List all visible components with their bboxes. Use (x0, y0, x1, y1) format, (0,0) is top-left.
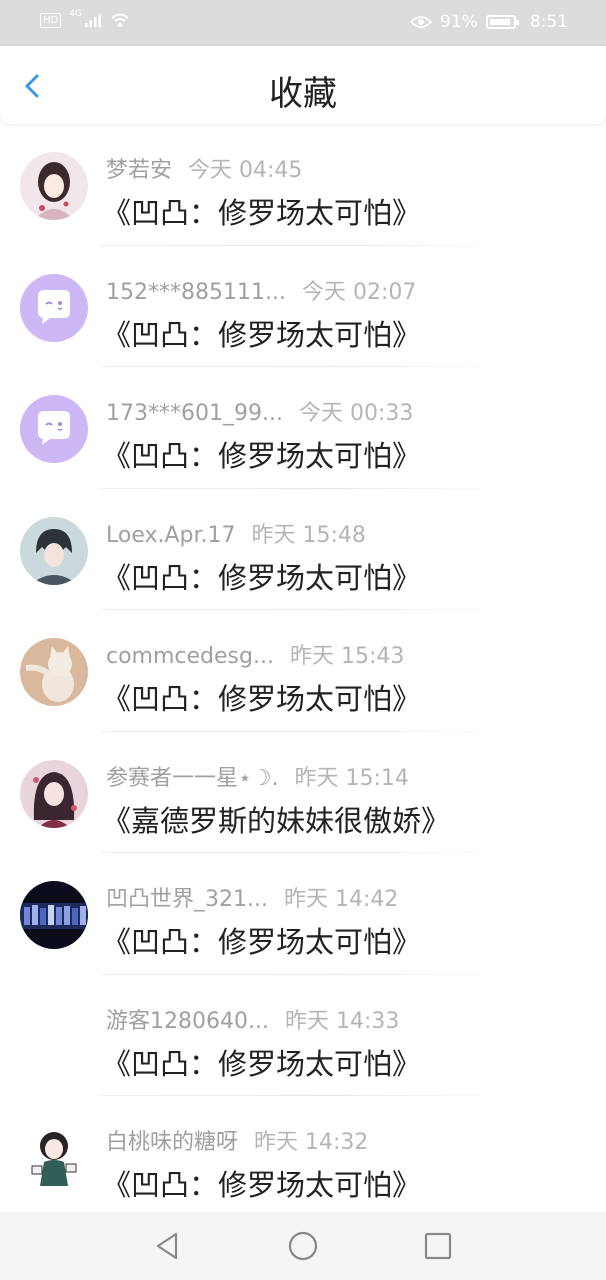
battery-percent: 91% (440, 12, 478, 32)
avatar[interactable] (20, 152, 88, 220)
nav-home-icon[interactable] (285, 1228, 321, 1264)
work-title[interactable]: 《嘉德罗斯的妹妹很傲娇》 (102, 798, 450, 840)
system-nav-bar (0, 1212, 606, 1280)
list-item[interactable]: 游客1280640... 昨天 14:33 《凹凸：修罗场太可怕》 (0, 975, 606, 1096)
work-title[interactable]: 《凹凸：修罗场太可怕》 (102, 1041, 421, 1083)
work-title[interactable]: 《凹凸：修罗场太可怕》 (102, 1162, 421, 1204)
user-name[interactable]: 白桃味的糖呀 (106, 1124, 238, 1156)
hd-badge: HD (40, 12, 62, 28)
user-name[interactable]: 173***601_99... (106, 401, 283, 426)
item-meta: 梦若安 今天 04:45 (106, 152, 302, 184)
avatar[interactable] (20, 1124, 88, 1192)
timestamp: 昨天 14:33 (284, 1008, 400, 1034)
item-meta: 参赛者一一星⋆☽. 昨天 15:14 (106, 760, 409, 792)
work-title[interactable]: 《凹凸：修罗场太可怕》 (102, 676, 421, 718)
user-name[interactable]: 游客1280640... (106, 1003, 269, 1035)
avatar[interactable] (20, 881, 88, 949)
wifi-icon (111, 13, 129, 27)
list-item[interactable]: 白桃味的糖呀 昨天 14:32 《凹凸：修罗场太可怕》 (0, 1096, 606, 1218)
nav-back-icon[interactable] (150, 1228, 186, 1264)
list-item[interactable]: 173***601_99... 今天 00:33 《凹凸：修罗场太可怕》 (0, 367, 606, 489)
user-name[interactable]: Loex.Apr.17 (106, 523, 236, 548)
network-type-label: 4G (69, 9, 82, 19)
avatar[interactable] (20, 273, 88, 342)
timestamp: 今天 00:33 (298, 401, 414, 426)
avatar[interactable] (20, 516, 88, 585)
avatar[interactable] (20, 395, 88, 463)
item-meta: 游客1280640... 昨天 14:33 (106, 1003, 399, 1035)
user-name[interactable]: commcedesg... (106, 644, 274, 669)
app-header: 收藏 (0, 46, 606, 124)
list-item[interactable]: Loex.Apr.17 昨天 15:48 《凹凸：修罗场太可怕》 (0, 489, 606, 610)
favorites-list: 梦若安 今天 04:45 《凹凸：修罗场太可怕》 152***885111... 今天 … (0, 124, 606, 1218)
user-name[interactable]: 梦若安 (106, 152, 172, 184)
timestamp: 今天 02:07 (301, 279, 417, 305)
timestamp: 昨天 14:32 (254, 1130, 369, 1155)
avatar[interactable] (20, 759, 88, 828)
battery-fill (489, 19, 510, 25)
user-name[interactable]: 参赛者一一星⋆☽. (106, 760, 279, 792)
list-item[interactable]: 梦若安 今天 04:45 《凹凸：修罗场太可怕》 (0, 124, 606, 246)
user-name[interactable]: 152***885111... (106, 280, 286, 305)
user-name[interactable]: 凹凸世界_321... (106, 881, 268, 913)
timestamp: 今天 04:45 (188, 158, 303, 183)
page-title: 收藏 (269, 74, 337, 114)
battery-icon (485, 15, 519, 29)
work-title[interactable]: 《凹凸：修罗场太可怕》 (102, 433, 421, 475)
item-meta: commcedesg... 昨天 15:43 (106, 638, 404, 670)
timestamp: 昨天 14:42 (283, 887, 399, 912)
timestamp: 昨天 15:48 (251, 522, 366, 548)
work-title[interactable]: 《凹凸：修罗场太可怕》 (102, 919, 421, 961)
work-title[interactable]: 《凹凸：修罗场太可怕》 (102, 312, 421, 354)
item-meta: 白桃味的糖呀 昨天 14:32 (106, 1124, 368, 1156)
avatar-empty[interactable] (20, 1003, 88, 1071)
work-title[interactable]: 《凹凸：修罗场太可怕》 (102, 555, 421, 597)
avatar[interactable] (20, 638, 88, 706)
item-meta: Loex.Apr.17 昨天 15:48 (106, 517, 366, 549)
item-meta: 凹凸世界_321... 昨天 14:42 (106, 881, 398, 913)
work-title[interactable]: 《凹凸：修罗场太可怕》 (102, 190, 421, 232)
item-meta: 152***885111... 今天 02:07 (106, 274, 416, 306)
timestamp: 昨天 15:14 (294, 765, 409, 791)
item-meta: 173***601_99... 今天 00:33 (106, 395, 413, 427)
list-item[interactable]: 参赛者一一星⋆☽. 昨天 15:14 《嘉德罗斯的妹妹很傲娇》 (0, 732, 606, 853)
nav-recents-icon[interactable] (420, 1228, 456, 1264)
timestamp: 昨天 15:43 (289, 644, 405, 669)
clock: 8:51 (529, 12, 568, 32)
eye-comfort-icon (410, 16, 433, 28)
list-item[interactable]: 152***885111... 今天 02:07 《凹凸：修罗场太可怕》 (0, 246, 606, 367)
list-item[interactable]: 凹凸世界_321... 昨天 14:42 《凹凸：修罗场太可怕》 (0, 853, 606, 975)
list-item[interactable]: commcedesg... 昨天 15:43 《凹凸：修罗场太可怕》 (0, 610, 606, 732)
signal-icon (84, 14, 101, 27)
status-bar: HD 4G 91% 8:51 (0, 0, 606, 46)
